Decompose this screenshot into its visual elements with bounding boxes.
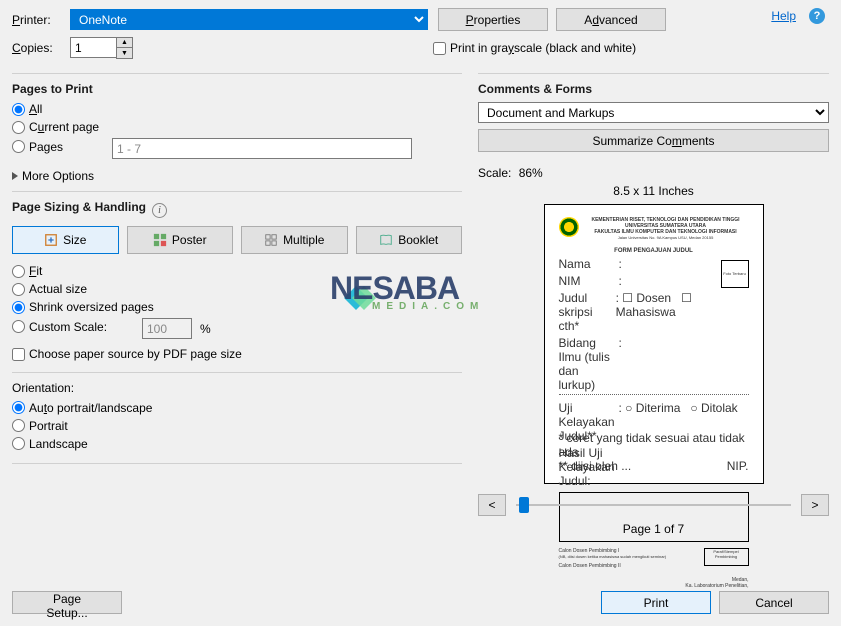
multiple-icon	[264, 233, 278, 247]
more-options-toggle[interactable]: More Options	[12, 169, 94, 183]
poster-icon	[153, 233, 167, 247]
printer-label: PPrinter:rinter:	[12, 13, 70, 27]
radio-pages[interactable]: Pages	[12, 140, 112, 154]
radio-custom-scale[interactable]: Custom Scale:	[12, 320, 142, 334]
multiple-tab[interactable]: Multiple	[241, 226, 348, 254]
sizing-title: Page Sizing & Handling	[12, 200, 146, 214]
choose-paper-checkbox-wrap[interactable]: Choose paper source by PDF page size	[12, 347, 242, 361]
size-tab[interactable]: Size	[12, 226, 119, 254]
cancel-button[interactable]: Cancel	[719, 591, 829, 614]
help-icon[interactable]: ?	[809, 8, 825, 24]
properties-button[interactable]: Properties	[438, 8, 548, 31]
print-preview: KEMENTERIAN RISET, TEKNOLOGI DAN PENDIDI…	[544, 204, 764, 484]
copies-input[interactable]	[70, 37, 116, 58]
prev-page-button[interactable]: <	[478, 494, 506, 516]
comments-dropdown[interactable]: Document and Markups	[478, 102, 829, 123]
radio-portrait[interactable]: Portrait	[12, 419, 68, 433]
booklet-tab[interactable]: Booklet	[356, 226, 463, 254]
radio-fit[interactable]: Fit	[12, 264, 42, 278]
copies-up[interactable]: ▲	[117, 38, 132, 48]
radio-current[interactable]: Current page	[12, 120, 99, 134]
dimensions-label: 8.5 x 11 Inches	[478, 184, 829, 198]
pages-range-input[interactable]	[112, 138, 412, 159]
pages-to-print-title: Pages to Print	[12, 82, 462, 96]
radio-all[interactable]: All	[12, 102, 42, 116]
percent-label: %	[200, 322, 211, 336]
booklet-icon	[379, 233, 393, 247]
next-page-button[interactable]: >	[801, 494, 829, 516]
copies-down[interactable]: ▼	[117, 48, 132, 58]
radio-auto-orient[interactable]: Auto portrait/landscape	[12, 401, 152, 415]
poster-tab[interactable]: Poster	[127, 226, 234, 254]
custom-scale-input	[142, 318, 192, 339]
printer-select[interactable]: OneNote	[70, 9, 428, 30]
radio-actual[interactable]: Actual size	[12, 282, 87, 296]
scale-label: Scale:	[478, 166, 511, 180]
page-setup-button[interactable]: Page Setup...	[12, 591, 122, 614]
info-icon[interactable]: i	[152, 203, 167, 218]
grayscale-checkbox[interactable]	[433, 42, 446, 55]
print-button[interactable]: Print	[601, 591, 711, 614]
copies-label: Copies:	[12, 41, 70, 55]
grayscale-checkbox-wrap[interactable]: Print in grayscale (black and white)	[433, 41, 636, 55]
help-link[interactable]: Help	[771, 9, 796, 23]
summarize-comments-button[interactable]: Summarize Comments	[478, 129, 829, 152]
scale-value: 86%	[519, 166, 543, 180]
advanced-button[interactable]: Advanced	[556, 8, 666, 31]
copies-spinner[interactable]: ▲ ▼	[70, 37, 133, 59]
chevron-right-icon	[12, 172, 18, 180]
choose-paper-checkbox[interactable]	[12, 348, 25, 361]
radio-shrink[interactable]: Shrink oversized pages	[12, 300, 154, 314]
comments-title: Comments & Forms	[478, 82, 829, 96]
radio-landscape[interactable]: Landscape	[12, 437, 88, 451]
grayscale-label: Print in grayscale (black and white)	[450, 41, 636, 55]
size-icon	[44, 233, 58, 247]
orientation-title: Orientation:	[12, 381, 462, 395]
page-slider[interactable]	[516, 495, 791, 515]
